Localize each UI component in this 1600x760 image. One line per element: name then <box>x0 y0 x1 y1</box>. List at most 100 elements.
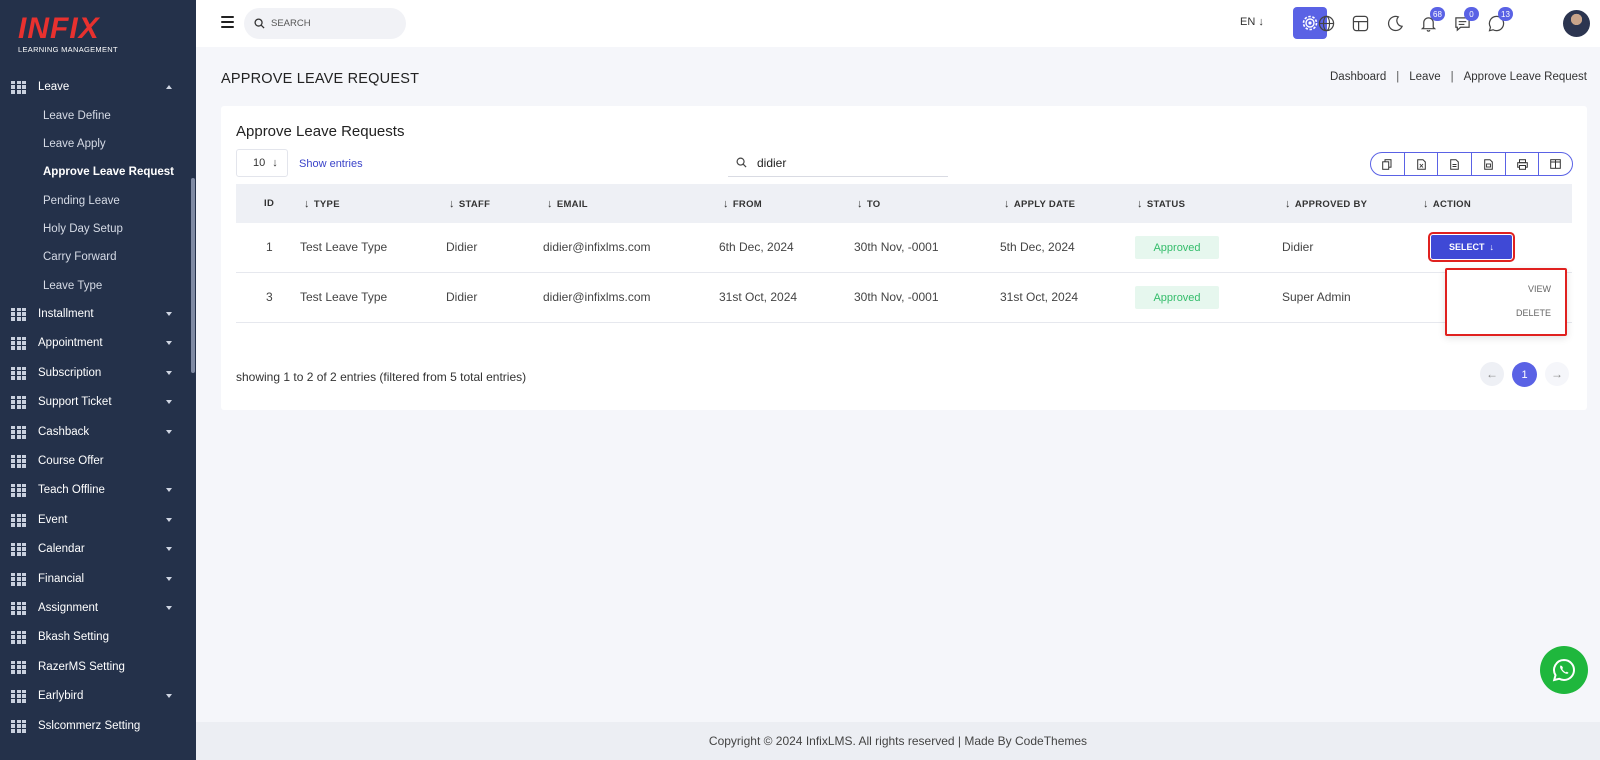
sidebar-item-event[interactable]: Event <box>0 505 190 535</box>
sidebar-item-label: Sslcommerz Setting <box>38 720 141 732</box>
sidebar-item-sslcommerz-setting[interactable]: Sslcommerz Setting <box>0 711 190 741</box>
sidebar-item-cashback[interactable]: Cashback <box>0 417 190 447</box>
sidebar-item-teach-offline[interactable]: Teach Offline <box>0 475 190 505</box>
sidebar-subitem-leave-define[interactable]: Leave Define <box>43 106 111 126</box>
sidebar-item-course-offer[interactable]: Course Offer <box>0 446 190 476</box>
sidebar-item-label: Bkash Setting <box>38 631 109 643</box>
menu-item-delete[interactable]: DELETE <box>1516 308 1551 318</box>
column-header-status[interactable]: ↓ STATUS <box>1137 198 1185 210</box>
moon-icon[interactable] <box>1385 13 1405 33</box>
cell-to: 30th Nov, -0001 <box>854 290 939 304</box>
sidebar-scrollbar[interactable] <box>191 178 195 373</box>
grid-icon <box>11 80 26 94</box>
avatar[interactable] <box>1563 10 1590 37</box>
copy-button[interactable] <box>1371 153 1405 175</box>
export-pdf-button[interactable] <box>1472 153 1506 175</box>
column-header-email[interactable]: ↓ EMAIL <box>547 198 588 210</box>
card-title: Approve Leave Requests <box>236 123 405 140</box>
chevron-down-icon <box>166 518 172 522</box>
language-selector[interactable]: EN ↓ <box>1240 16 1264 28</box>
breadcrumb-dashboard[interactable]: Dashboard <box>1330 71 1386 83</box>
column-header-id[interactable]: ID <box>264 198 274 209</box>
grid-icon <box>11 689 26 703</box>
column-header-apply-date[interactable]: ↓ APPLY DATE <box>1004 198 1075 210</box>
select-action-button[interactable]: SELECT ↓ <box>1428 232 1515 262</box>
sidebar-item-assignment[interactable]: Assignment <box>0 593 190 623</box>
chevron-up-icon <box>166 85 172 89</box>
sort-arrow-icon: ↓ <box>1137 198 1143 210</box>
sidebar-item-financial[interactable]: Financial <box>0 564 190 594</box>
sidebar-item-earlybird[interactable]: Earlybird <box>0 681 190 711</box>
sidebar-item-support-ticket[interactable]: Support Ticket <box>0 387 190 417</box>
pagination-prev-button[interactable]: ← <box>1480 362 1504 386</box>
sidebar-subitem-holy-day-setup[interactable]: Holy Day Setup <box>43 219 123 239</box>
globe-icon[interactable] <box>1316 13 1336 33</box>
sidebar: INFIX LEARNING MANAGEMENT Leave Leave De… <box>0 0 196 760</box>
messages-button[interactable]: 0 <box>1452 7 1479 33</box>
whatsapp-chat-button[interactable]: 13 <box>1486 7 1513 33</box>
arrow-left-icon: ← <box>1486 367 1498 381</box>
sidebar-item-label: Assignment <box>38 602 99 614</box>
menu-item-view[interactable]: VIEW <box>1528 284 1551 294</box>
table-row: 3 Test Leave Type Didier didier@infixlms… <box>236 273 1572 323</box>
column-header-action[interactable]: ↓ ACTION <box>1423 198 1471 210</box>
grid-icon <box>11 366 26 380</box>
pagination-page-button[interactable]: 1 <box>1512 362 1537 387</box>
chevron-down-icon <box>166 577 172 581</box>
chevron-down-icon <box>166 341 172 345</box>
grid-icon <box>11 572 26 586</box>
table-search-input[interactable] <box>757 155 937 170</box>
pagination-next-button[interactable]: → <box>1545 362 1569 386</box>
column-header-staff[interactable]: ↓ STAFF <box>449 198 490 210</box>
grid-icon <box>11 601 26 615</box>
messages-badge: 0 <box>1464 7 1479 21</box>
global-search[interactable] <box>244 8 406 39</box>
grid-icon <box>11 660 26 674</box>
sidebar-item-leave[interactable]: Leave <box>0 72 190 102</box>
copy-icon <box>1382 158 1392 170</box>
top-bar: EN ↓ 68 0 13 <box>196 0 1600 47</box>
cell-approved-by: Didier <box>1282 240 1314 254</box>
export-csv-button[interactable] <box>1438 153 1473 175</box>
table-search[interactable] <box>728 149 948 177</box>
logo[interactable]: INFIX LEARNING MANAGEMENT <box>18 14 118 55</box>
logo-subtitle: LEARNING MANAGEMENT <box>18 45 118 54</box>
sidebar-subitem-carry-forward[interactable]: Carry Forward <box>43 247 116 267</box>
entries-select[interactable]: 10 ↓ <box>236 149 288 177</box>
global-search-input[interactable] <box>271 18 391 29</box>
grid-icon <box>11 395 26 409</box>
column-header-to[interactable]: ↓ TO <box>857 198 880 210</box>
layout-icon[interactable] <box>1350 13 1370 33</box>
sidebar-item-appointment[interactable]: Appointment <box>0 328 190 358</box>
chevron-down-icon <box>166 488 172 492</box>
sidebar-item-label: Financial <box>38 573 85 585</box>
whatsapp-float-button[interactable] <box>1540 646 1588 694</box>
export-excel-button[interactable] <box>1405 153 1439 175</box>
column-visibility-button[interactable] <box>1539 153 1572 175</box>
hamburger-menu-icon[interactable] <box>221 16 234 31</box>
column-header-type[interactable]: ↓ TYPE <box>304 198 340 210</box>
sidebar-item-bkash-setting[interactable]: Bkash Setting <box>0 622 190 652</box>
sidebar-subitem-approve-leave-request[interactable]: Approve Leave Request <box>43 162 174 182</box>
sidebar-item-subscription[interactable]: Subscription <box>0 358 190 388</box>
sidebar-subitem-leave-type[interactable]: Leave Type <box>43 276 102 296</box>
leave-requests-card: Approve Leave Requests 10 ↓ Show entries… <box>221 106 1587 410</box>
print-button[interactable] <box>1506 153 1540 175</box>
cell-to: 30th Nov, -0001 <box>854 240 939 254</box>
notifications-button[interactable]: 68 <box>1418 7 1445 33</box>
column-header-from[interactable]: ↓ FROM <box>723 198 762 210</box>
column-header-approved-by[interactable]: ↓ APPROVED BY <box>1285 198 1367 210</box>
breadcrumb-leave[interactable]: Leave <box>1409 71 1440 83</box>
sidebar-subitem-leave-apply[interactable]: Leave Apply <box>43 134 106 154</box>
chevron-down-icon <box>166 547 172 551</box>
excel-file-icon <box>1416 158 1426 170</box>
sidebar-item-installment[interactable]: Installment <box>0 299 190 329</box>
copyright-text: Copyright © 2024 InfixLMS. All rights re… <box>708 734 1088 748</box>
cell-id: 1 <box>266 240 273 254</box>
sidebar-item-razerms-setting[interactable]: RazerMS Setting <box>0 652 190 682</box>
sort-arrow-icon: ↓ <box>547 198 553 210</box>
print-icon <box>1516 158 1528 170</box>
chevron-down-icon <box>166 312 172 316</box>
sidebar-item-calendar[interactable]: Calendar <box>0 534 190 564</box>
sidebar-subitem-pending-leave[interactable]: Pending Leave <box>43 191 120 211</box>
